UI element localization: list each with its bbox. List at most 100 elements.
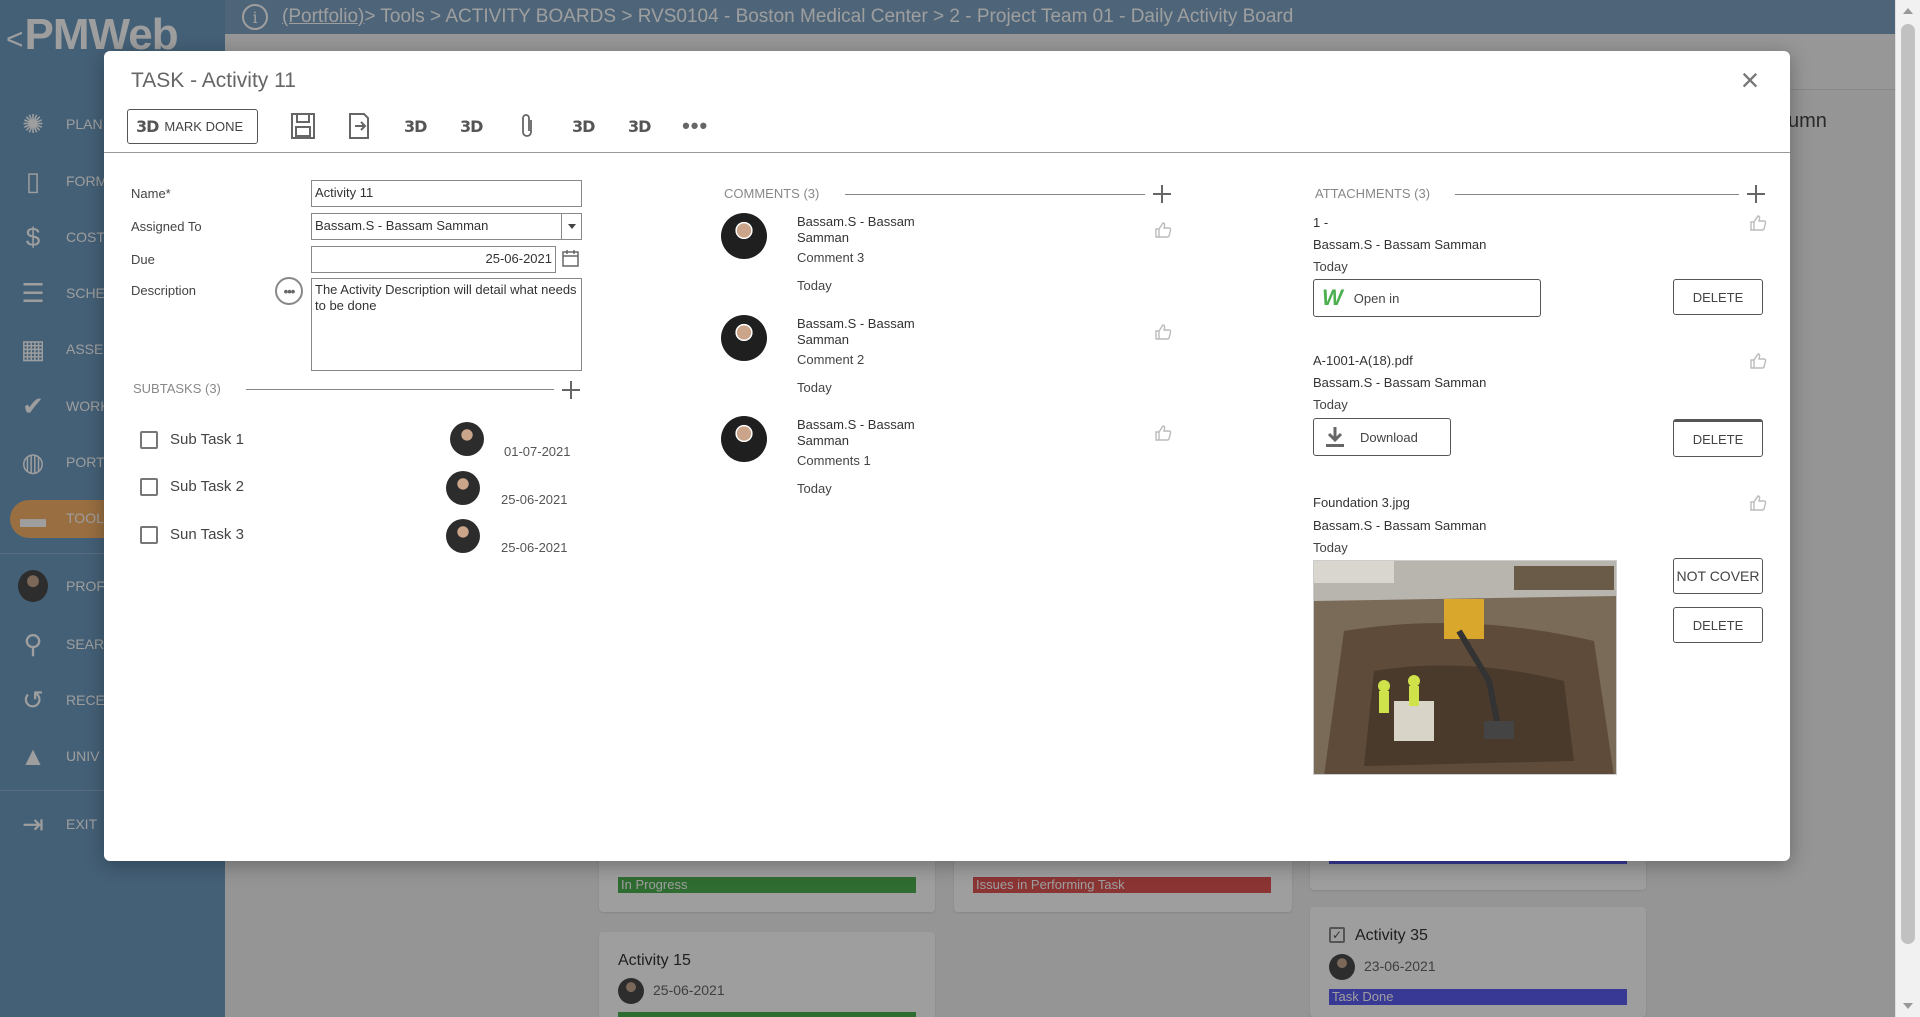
subtask-date: 01-07-2021 bbox=[504, 444, 571, 459]
avatar bbox=[721, 315, 767, 361]
subtask-date: 25-06-2021 bbox=[501, 540, 568, 555]
due-date-field[interactable]: 25-06-2021 bbox=[311, 246, 556, 273]
avatar bbox=[721, 213, 767, 259]
due-label: Due bbox=[131, 252, 155, 267]
delete-button[interactable]: DELETE bbox=[1673, 279, 1763, 315]
comments-header: COMMENTS (3) bbox=[724, 186, 820, 201]
avatar bbox=[721, 416, 767, 462]
save-icon[interactable] bbox=[288, 110, 318, 142]
scrollbar-thumb[interactable] bbox=[1901, 24, 1915, 944]
attachment-name: A-1001-A(18).pdf bbox=[1313, 353, 1413, 368]
attachment-name: Foundation 3.jpg bbox=[1313, 495, 1410, 510]
toolbar-divider bbox=[104, 152, 1790, 153]
chevron-down-icon[interactable] bbox=[561, 214, 581, 239]
comment-text: Comment 2 bbox=[797, 352, 865, 367]
avatar bbox=[446, 519, 480, 553]
comment-author: Bassam.S - Bassam Samman bbox=[797, 214, 915, 245]
attachment-author: Bassam.S - Bassam Samman bbox=[1313, 375, 1487, 390]
subtask-row: Sub Task 2 25-06-2021 bbox=[140, 471, 580, 507]
modal-toolbar: 3D MARK DONE 3D 3D 3D 3D ••• bbox=[127, 106, 736, 146]
page-scrollbar[interactable] bbox=[1895, 0, 1920, 1017]
3d-view-icon[interactable]: 3D bbox=[400, 110, 430, 142]
subtask-label: Sun Task 3 bbox=[170, 526, 244, 543]
comment-item: Bassam.S - Bassam Samman Comment 2 Today bbox=[721, 315, 1181, 405]
like-icon[interactable] bbox=[1749, 494, 1767, 512]
subtask-checkbox[interactable] bbox=[140, 526, 158, 544]
task-modal: TASK - Activity 11 × 3D MARK DONE 3D 3D … bbox=[104, 51, 1790, 861]
subtask-checkbox[interactable] bbox=[140, 431, 158, 449]
name-field[interactable]: Activity 11 bbox=[311, 180, 582, 207]
section-divider bbox=[1455, 194, 1739, 195]
assigned-to-value: Bassam.S - Bassam Samman bbox=[315, 218, 489, 233]
like-icon[interactable] bbox=[1749, 352, 1767, 370]
comment-item: Bassam.S - Bassam Samman Comment 3 Today bbox=[721, 213, 1181, 303]
description-textarea[interactable]: The Activity Description will detail wha… bbox=[311, 278, 582, 371]
mark-done-label: MARK DONE bbox=[164, 118, 244, 134]
section-divider bbox=[845, 194, 1145, 195]
pmweb-w-icon: W bbox=[1322, 285, 1343, 310]
name-label: Name* bbox=[131, 186, 171, 201]
comment-author: Bassam.S - Bassam Samman bbox=[797, 417, 915, 448]
download-button[interactable]: Download bbox=[1313, 418, 1451, 456]
comment-date: Today bbox=[797, 380, 832, 395]
more-options-icon[interactable]: ••• bbox=[275, 277, 303, 305]
like-icon[interactable] bbox=[1154, 323, 1172, 341]
scroll-down-arrow-icon[interactable] bbox=[1903, 1003, 1913, 1009]
attachment-item: A-1001-A(18).pdf Bassam.S - Bassam Samma… bbox=[1313, 353, 1773, 463]
not-cover-button[interactable]: NOT COVER bbox=[1673, 558, 1763, 594]
like-icon[interactable] bbox=[1154, 424, 1172, 442]
more-options-icon[interactable]: ••• bbox=[680, 110, 710, 142]
save-and-exit-icon[interactable] bbox=[344, 110, 374, 142]
foundation-photo-thumbnail[interactable] bbox=[1313, 560, 1617, 775]
attachment-author: Bassam.S - Bassam Samman bbox=[1313, 237, 1487, 252]
assigned-to-select[interactable]: Bassam.S - Bassam Samman bbox=[311, 213, 582, 240]
subtask-row: Sub Task 1 01-07-2021 bbox=[140, 422, 580, 459]
button-label: Open in bbox=[1353, 290, 1400, 306]
add-subtask-icon[interactable] bbox=[561, 380, 581, 400]
comment-date: Today bbox=[797, 481, 832, 496]
subtasks-header: SUBTASKS (3) bbox=[133, 381, 221, 396]
subtask-row: Sun Task 3 25-06-2021 bbox=[140, 519, 580, 555]
attachment-item: Foundation 3.jpg Bassam.S - Bassam Samma… bbox=[1313, 494, 1773, 594]
comment-author: Bassam.S - Bassam Samman bbox=[797, 316, 915, 347]
add-comment-icon[interactable] bbox=[1152, 184, 1172, 204]
subtask-label: Sub Task 1 bbox=[170, 431, 244, 448]
attachment-date: Today bbox=[1313, 397, 1348, 412]
like-icon[interactable] bbox=[1154, 221, 1172, 239]
subtask-checkbox[interactable] bbox=[140, 478, 158, 496]
scroll-up-arrow-icon[interactable] bbox=[1903, 8, 1913, 14]
delete-button[interactable]: DELETE bbox=[1673, 419, 1763, 457]
avatar bbox=[446, 471, 480, 505]
avatar bbox=[450, 422, 484, 456]
mark-done-button[interactable]: 3D MARK DONE bbox=[127, 108, 259, 144]
attachment-item: 1 - Bassam.S - Bassam Samman Today W Ope… bbox=[1313, 215, 1773, 325]
3d-icon: 3D bbox=[136, 116, 159, 136]
subtask-date: 25-06-2021 bbox=[501, 492, 568, 507]
assigned-to-label: Assigned To bbox=[131, 219, 202, 234]
3d-view-icon[interactable]: 3D bbox=[568, 110, 598, 142]
description-label: Description bbox=[131, 283, 197, 298]
comment-text: Comment 3 bbox=[797, 250, 865, 265]
attachment-icon[interactable] bbox=[512, 110, 542, 142]
attachment-author: Bassam.S - Bassam Samman bbox=[1313, 518, 1487, 533]
add-attachment-icon[interactable] bbox=[1746, 184, 1766, 204]
section-divider bbox=[246, 389, 554, 390]
attachments-header: ATTACHMENTS (3) bbox=[1315, 186, 1431, 201]
close-icon[interactable]: × bbox=[1736, 64, 1764, 96]
like-icon[interactable] bbox=[1749, 214, 1767, 232]
open-in-button[interactable]: W Open in bbox=[1313, 279, 1541, 317]
comment-text: Comments 1 bbox=[797, 453, 871, 468]
comment-item: Bassam.S - Bassam Samman Comments 1 Toda… bbox=[721, 416, 1181, 506]
3d-view-icon[interactable]: 3D bbox=[624, 110, 654, 142]
attachment-date: Today bbox=[1313, 259, 1348, 274]
comment-date: Today bbox=[797, 278, 832, 293]
attachment-date: Today bbox=[1313, 540, 1348, 555]
button-label: Download bbox=[1360, 429, 1418, 445]
download-icon bbox=[1324, 425, 1346, 449]
modal-title: TASK - Activity 11 bbox=[131, 69, 296, 92]
delete-button[interactable]: DELETE bbox=[1673, 607, 1763, 643]
attachment-name: 1 - bbox=[1313, 215, 1329, 230]
subtask-label: Sub Task 2 bbox=[170, 478, 244, 495]
calendar-icon[interactable] bbox=[562, 249, 579, 267]
3d-view-icon[interactable]: 3D bbox=[456, 110, 486, 142]
